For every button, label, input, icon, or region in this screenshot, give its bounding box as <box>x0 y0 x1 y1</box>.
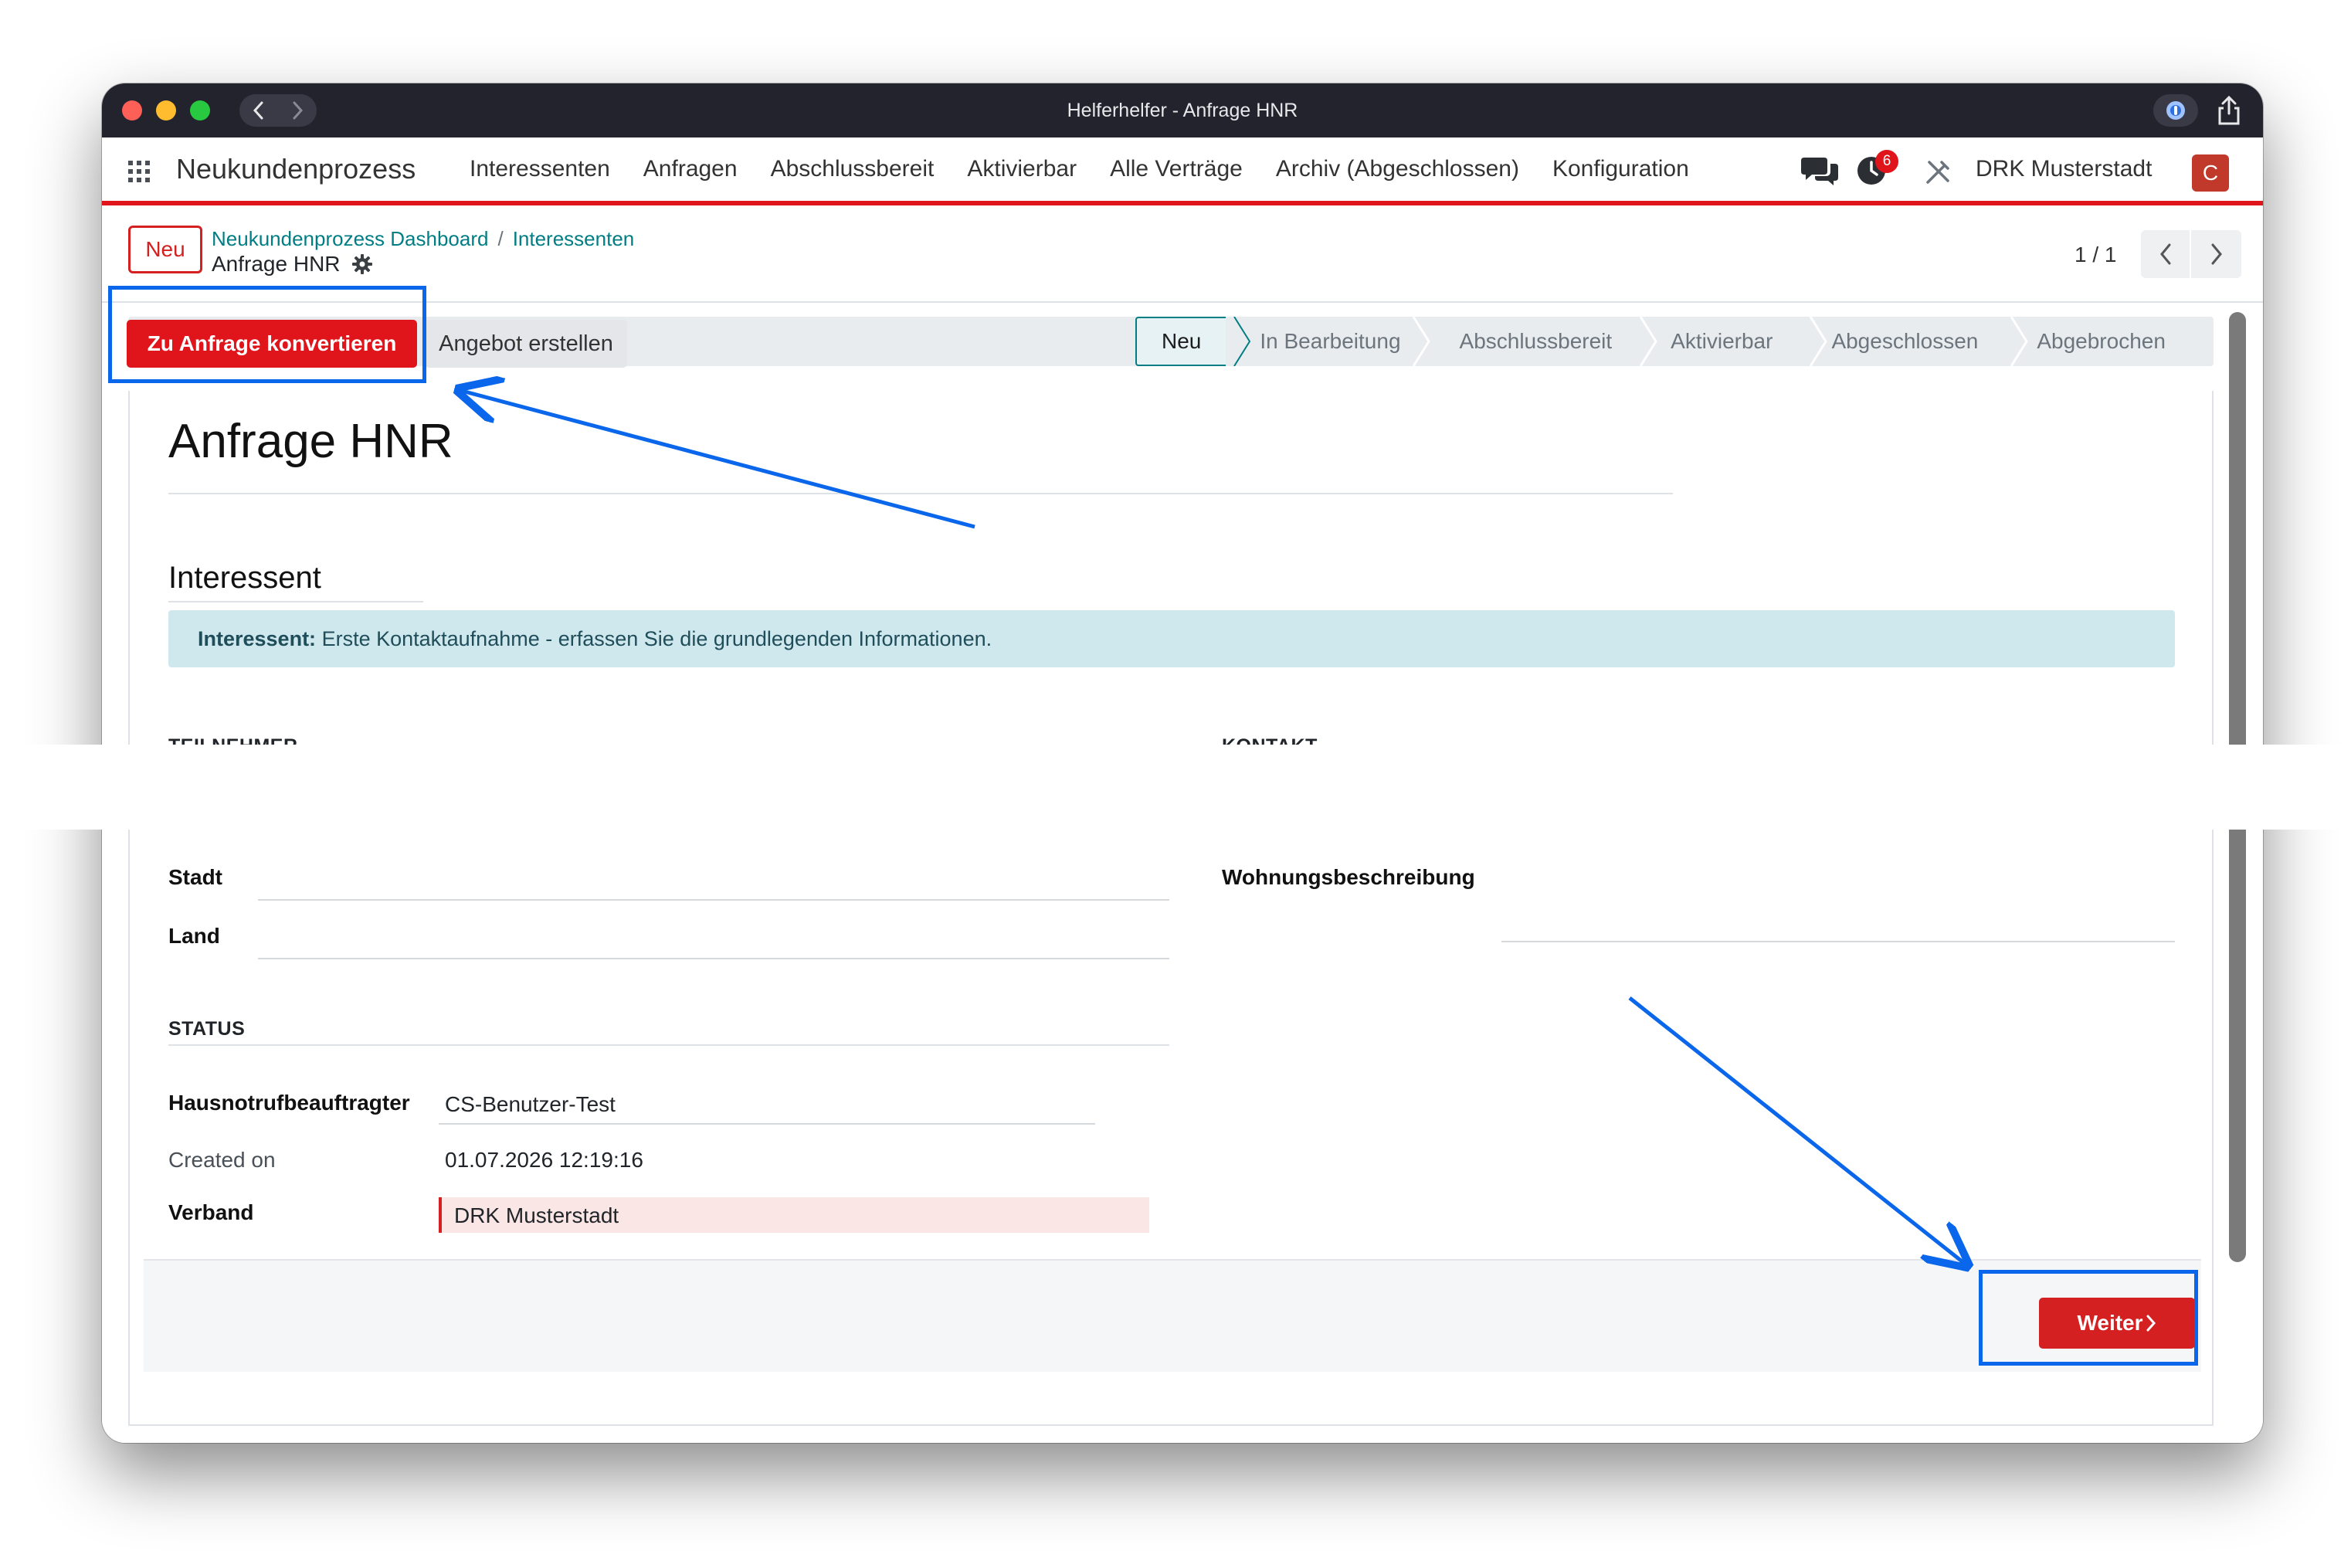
debug-tools-icon[interactable] <box>1925 159 1951 185</box>
breadcrumb-interessenten[interactable]: Interessenten <box>513 227 635 250</box>
stage-abschlussbereit[interactable]: Abschlussbereit <box>1425 317 1637 366</box>
top-navbar: Neukundenprozess Interessenten Anfragen … <box>102 137 2263 205</box>
stage-aktivierbar[interactable]: Aktivierbar <box>1637 317 1798 366</box>
current-record-name: Anfrage HNR <box>212 252 341 276</box>
label-stadt: Stadt <box>168 865 222 889</box>
label-land: Land <box>168 924 220 948</box>
create-offer-button[interactable]: Angebot erstellen <box>425 320 627 368</box>
hausnotrufbeauftragter-value[interactable]: CS-Benutzer-Test <box>445 1092 616 1117</box>
stage-neu[interactable]: Neu <box>1135 317 1226 366</box>
info-alert: Interessent: Erste Kontaktaufnahme - erf… <box>168 610 2175 667</box>
hausnotrufbeauftragter-input[interactable] <box>439 1123 1095 1125</box>
pager-buttons <box>2141 230 2241 278</box>
form-view: Zu Anfrage konvertieren Angebot erstelle… <box>102 304 2263 1443</box>
privacy-button[interactable] <box>2153 94 2198 127</box>
breadcrumb: Neukundenprozess Dashboard / Interessenten <box>212 227 634 251</box>
menu-item-alle-vertraege[interactable]: Alle Verträge <box>1110 137 1243 201</box>
menu-item-abschlussbereit[interactable]: Abschlussbereit <box>771 137 935 201</box>
created-on-value: 01.07.2026 12:19:16 <box>445 1148 643 1172</box>
chat-icon[interactable] <box>1801 154 1840 187</box>
stage-in-bearbeitung[interactable]: In Bearbeitung <box>1226 317 1426 366</box>
section-underline <box>168 601 423 602</box>
group-rule <box>168 1044 1169 1046</box>
menu-item-interessenten[interactable]: Interessenten <box>470 137 610 201</box>
stage-abgeschlossen[interactable]: Abgeschlossen <box>1797 317 2003 366</box>
app-brand[interactable]: Neukundenprozess <box>176 137 416 201</box>
new-record-button[interactable]: Neu <box>128 226 202 273</box>
pager-next-button[interactable] <box>2191 230 2241 278</box>
company-switcher[interactable]: DRK Musterstadt <box>1976 137 2152 201</box>
label-created-on: Created on <box>168 1148 276 1172</box>
chevron-right-icon <box>2211 243 2222 265</box>
gear-icon[interactable] <box>351 253 373 275</box>
shield-icon <box>2166 101 2185 120</box>
breadcrumb-dashboard[interactable]: Neukundenprozess Dashboard <box>212 227 488 250</box>
menu-item-aktivierbar[interactable]: Aktivierbar <box>967 137 1077 201</box>
user-avatar[interactable]: C <box>2192 154 2229 192</box>
chevron-left-icon <box>2159 243 2170 265</box>
breadcrumb-current: Anfrage HNR <box>212 252 373 277</box>
pager-value: 1 / 1 <box>2075 243 2117 266</box>
section-heading: Interessent <box>168 561 321 595</box>
land-input[interactable] <box>258 958 1169 959</box>
highlight-next-box <box>1979 1270 2198 1366</box>
verband-value: DRK Musterstadt <box>454 1203 619 1227</box>
screenshot-cut-band <box>0 745 2351 830</box>
label-hausnotrufbeauftragter: Hausnotrufbeauftragter <box>168 1091 410 1115</box>
label-verband: Verband <box>168 1200 254 1224</box>
main-menu: Interessenten Anfragen Abschlussbereit A… <box>470 137 1722 201</box>
record-title[interactable]: Anfrage HNR <box>168 414 453 469</box>
activity-count-badge: 6 <box>1875 150 1898 173</box>
share-button[interactable] <box>2210 91 2248 130</box>
wohnungsbeschreibung-input[interactable] <box>1501 941 2175 942</box>
title-underline <box>168 493 1673 494</box>
group-status: STATUS <box>168 1018 246 1040</box>
stage-abgebrochen[interactable]: Abgebrochen <box>2003 317 2190 366</box>
form-sheet: Anfrage HNR Interessent Interessent: Ers… <box>128 391 2214 1426</box>
stage-pipeline: Neu In Bearbeitung Abschlussbereit Aktiv… <box>1135 317 2190 366</box>
breadcrumb-separator: / <box>497 227 504 250</box>
highlight-convert-box <box>108 286 426 383</box>
stadt-input[interactable] <box>258 899 1169 901</box>
label-wohnungsbeschreibung: Wohnungsbeschreibung <box>1222 865 1475 889</box>
form-footer <box>144 1259 2201 1372</box>
share-icon <box>2218 95 2240 125</box>
window-title: Helferhelfer - Anfrage HNR <box>1067 100 1298 121</box>
menu-item-konfiguration[interactable]: Konfiguration <box>1552 137 1689 201</box>
menu-item-archiv[interactable]: Archiv (Abgeschlossen) <box>1276 137 1519 201</box>
menu-item-anfragen[interactable]: Anfragen <box>643 137 738 201</box>
app-grid-icon[interactable] <box>127 159 151 184</box>
window-titlebar: Helferhelfer - Anfrage HNR <box>102 83 2263 137</box>
alert-message: Erste Kontaktaufnahme - erfassen Sie die… <box>316 627 992 650</box>
alert-title: Interessent: <box>198 627 317 650</box>
pager-previous-button[interactable] <box>2141 230 2191 278</box>
